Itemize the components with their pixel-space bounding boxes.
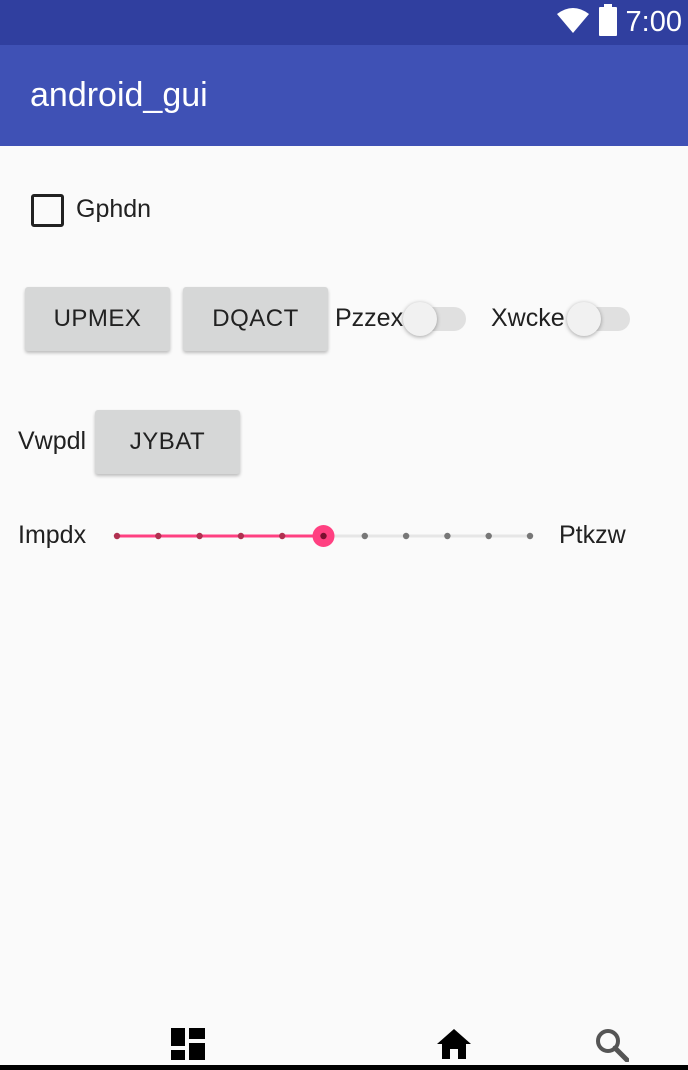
seekbar-tick bbox=[485, 532, 492, 540]
jybat-button[interactable]: JYBAT bbox=[95, 410, 240, 474]
seekbar-tick bbox=[155, 532, 162, 540]
upmex-button[interactable]: UPMEX bbox=[25, 287, 170, 351]
switch-1-thumb[interactable] bbox=[403, 302, 437, 336]
nav-divider bbox=[0, 1065, 688, 1070]
seek-left-label: Impdx bbox=[18, 521, 87, 549]
seekbar-tick bbox=[402, 532, 410, 540]
dashboard-icon[interactable] bbox=[171, 1028, 205, 1065]
battery-icon bbox=[598, 4, 618, 41]
seekbar-thumb-dot bbox=[320, 532, 327, 540]
gphdn-checkbox[interactable] bbox=[31, 194, 64, 227]
seekbar-tick bbox=[279, 532, 286, 540]
switch-2-thumb[interactable] bbox=[567, 302, 601, 336]
switch-2-label: Xwcke bbox=[491, 304, 565, 332]
bottom-nav bbox=[0, 1000, 688, 1070]
seekbar-tick bbox=[237, 532, 245, 540]
seekbar-tick bbox=[196, 532, 203, 540]
search-icon[interactable] bbox=[595, 1028, 630, 1067]
content-area: Gphdn UPMEX DQACT Pzzex Xwcke Vwpdl JYBA… bbox=[0, 146, 688, 1036]
status-icons: 7:00 bbox=[556, 0, 682, 45]
seekbar-tick bbox=[361, 532, 368, 540]
checkbox-label[interactable]: Gphdn bbox=[76, 195, 151, 224]
seekbar-tick bbox=[444, 532, 451, 540]
wifi-icon bbox=[556, 6, 590, 39]
seekbar-tick bbox=[113, 532, 121, 540]
seek-right-label: Ptkzw bbox=[559, 521, 626, 549]
seekbar-tick bbox=[526, 532, 534, 540]
status-time: 7:00 bbox=[625, 6, 682, 38]
app-title: android_gui bbox=[30, 76, 208, 114]
app-bar: android_gui bbox=[0, 45, 688, 146]
status-bar: 7:00 bbox=[0, 0, 688, 45]
dqact-button[interactable]: DQACT bbox=[183, 287, 328, 351]
discrete-seekbar[interactable] bbox=[112, 514, 536, 558]
switch-1-label: Pzzex bbox=[335, 304, 404, 332]
vwpdl-label: Vwpdl bbox=[18, 427, 87, 455]
home-icon[interactable] bbox=[436, 1028, 472, 1065]
